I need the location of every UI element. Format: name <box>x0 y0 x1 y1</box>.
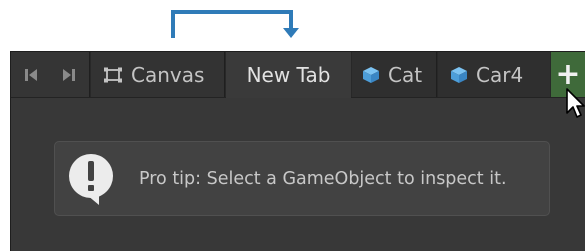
step-back-icon <box>25 68 37 81</box>
tab-canvas[interactable]: Canvas <box>91 52 225 97</box>
plus-icon: + <box>555 57 581 92</box>
tab-label: Canvas <box>131 62 205 87</box>
exclamation-speech-icon <box>65 151 119 207</box>
prefab-cube-icon <box>450 66 468 84</box>
tab-label: New Tab <box>246 63 331 87</box>
tab-navigation <box>11 52 90 97</box>
tab-label: Cat <box>388 62 423 87</box>
pro-tip-text: Pro tip: Select a GameObject to inspect … <box>139 168 507 189</box>
rect-transform-icon <box>103 67 123 83</box>
tab-cat[interactable]: Cat <box>352 52 437 97</box>
tab-car4[interactable]: Car4 <box>438 52 550 97</box>
inspector-panel: Canvas New Tab Cat Car4 + Pro tip: Selec… <box>10 51 585 251</box>
step-forward-button[interactable] <box>53 52 85 97</box>
annotation-arrow <box>171 10 299 38</box>
tab-bar: Canvas New Tab Cat Car4 + <box>11 52 585 98</box>
step-forward-icon <box>63 68 75 81</box>
mouse-cursor-icon <box>566 88 585 118</box>
tab-new-tab[interactable]: New Tab <box>226 52 351 98</box>
prefab-cube-icon <box>362 66 380 84</box>
pro-tip-box: Pro tip: Select a GameObject to inspect … <box>54 141 550 216</box>
tab-label: Car4 <box>476 62 524 87</box>
step-back-button[interactable] <box>15 52 47 97</box>
